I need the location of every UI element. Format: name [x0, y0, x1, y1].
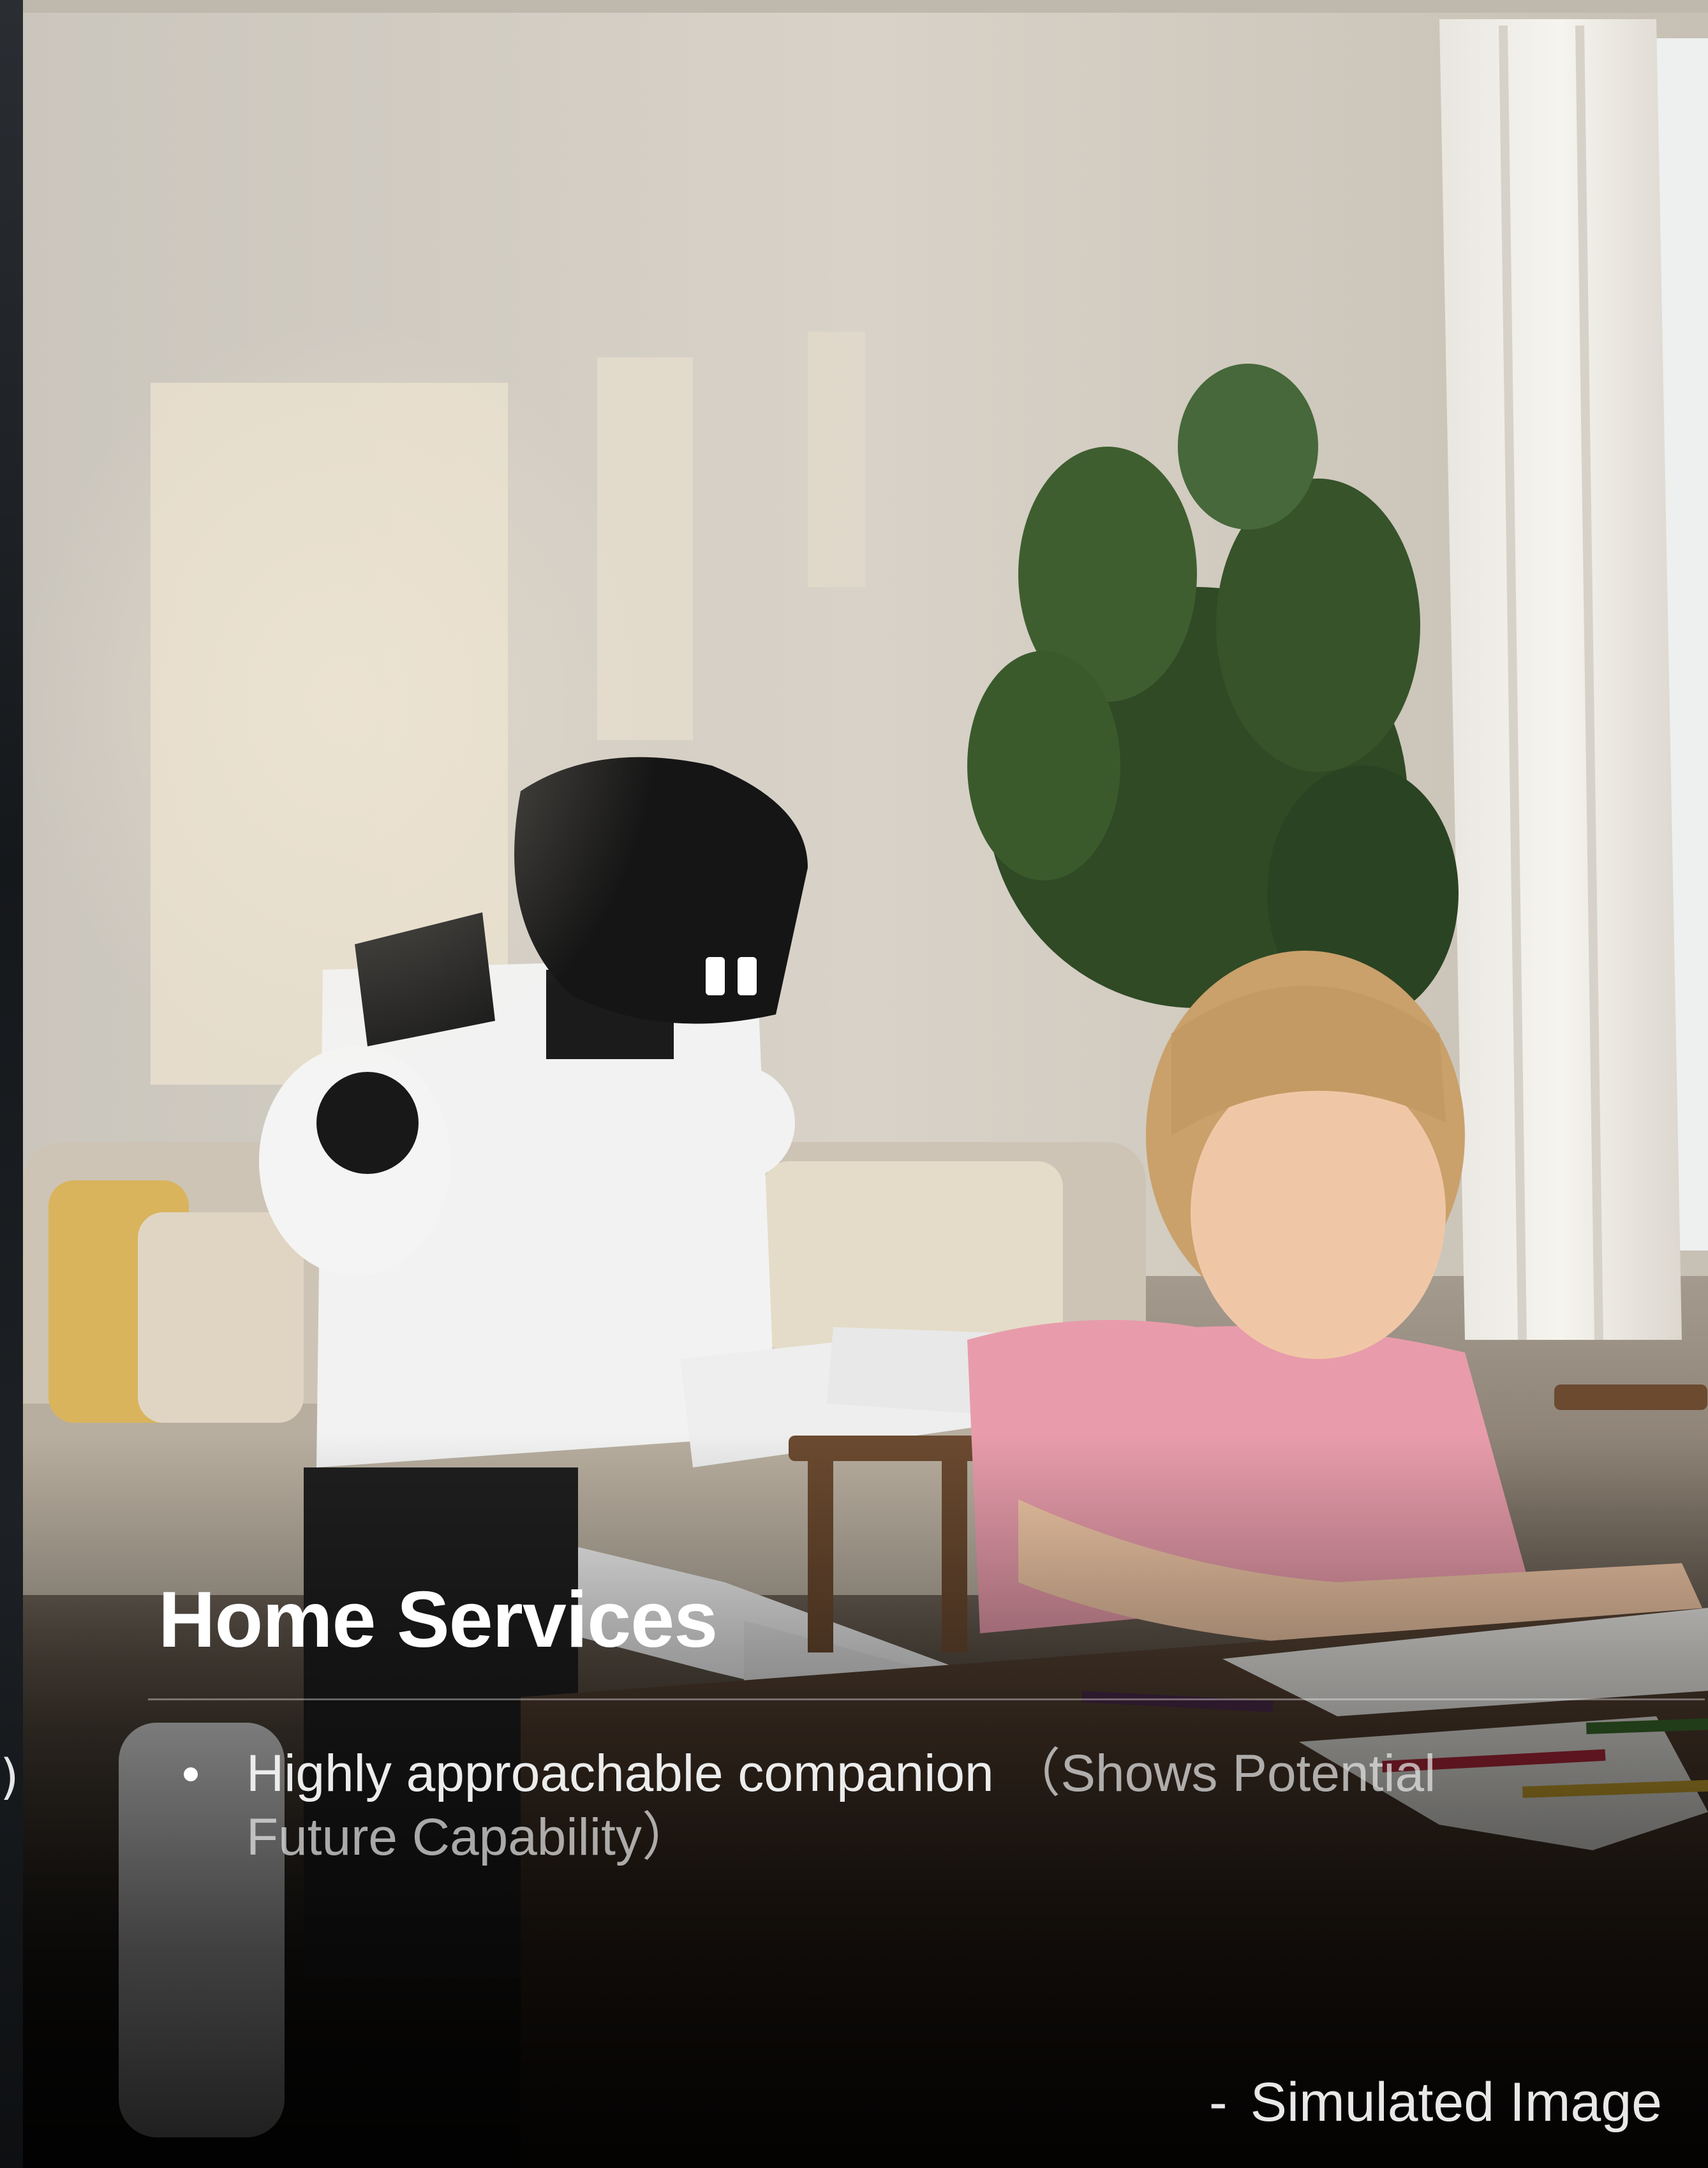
feature-list: Highly approachable companion （Shows Pot… [158, 1742, 1530, 1869]
caption-dash: - [1209, 2072, 1228, 2133]
image-caption: - Simulated Image [1209, 2071, 1662, 2134]
previous-slide-edge[interactable]: ) [0, 0, 23, 2168]
curtain [1439, 19, 1682, 1340]
slide-viewer: ) Home Services Highly approachable comp… [0, 0, 1708, 2168]
bullet-dot-icon [184, 1767, 198, 1781]
caption-text: Simulated Image [1250, 2072, 1662, 2133]
feature-text: Highly approachable companion [246, 1744, 994, 1802]
feature-bullet: Highly approachable companion （Shows Pot… [158, 1742, 1530, 1869]
sunlight-patch [808, 332, 865, 587]
slide-title: Home Services [158, 1576, 718, 1664]
home-services-card[interactable]: Home Services Highly approachable compan… [23, 0, 1708, 2168]
ceiling [23, 0, 1708, 13]
previous-slide-text: ) [0, 1748, 19, 1805]
title-divider [148, 1698, 1705, 1700]
